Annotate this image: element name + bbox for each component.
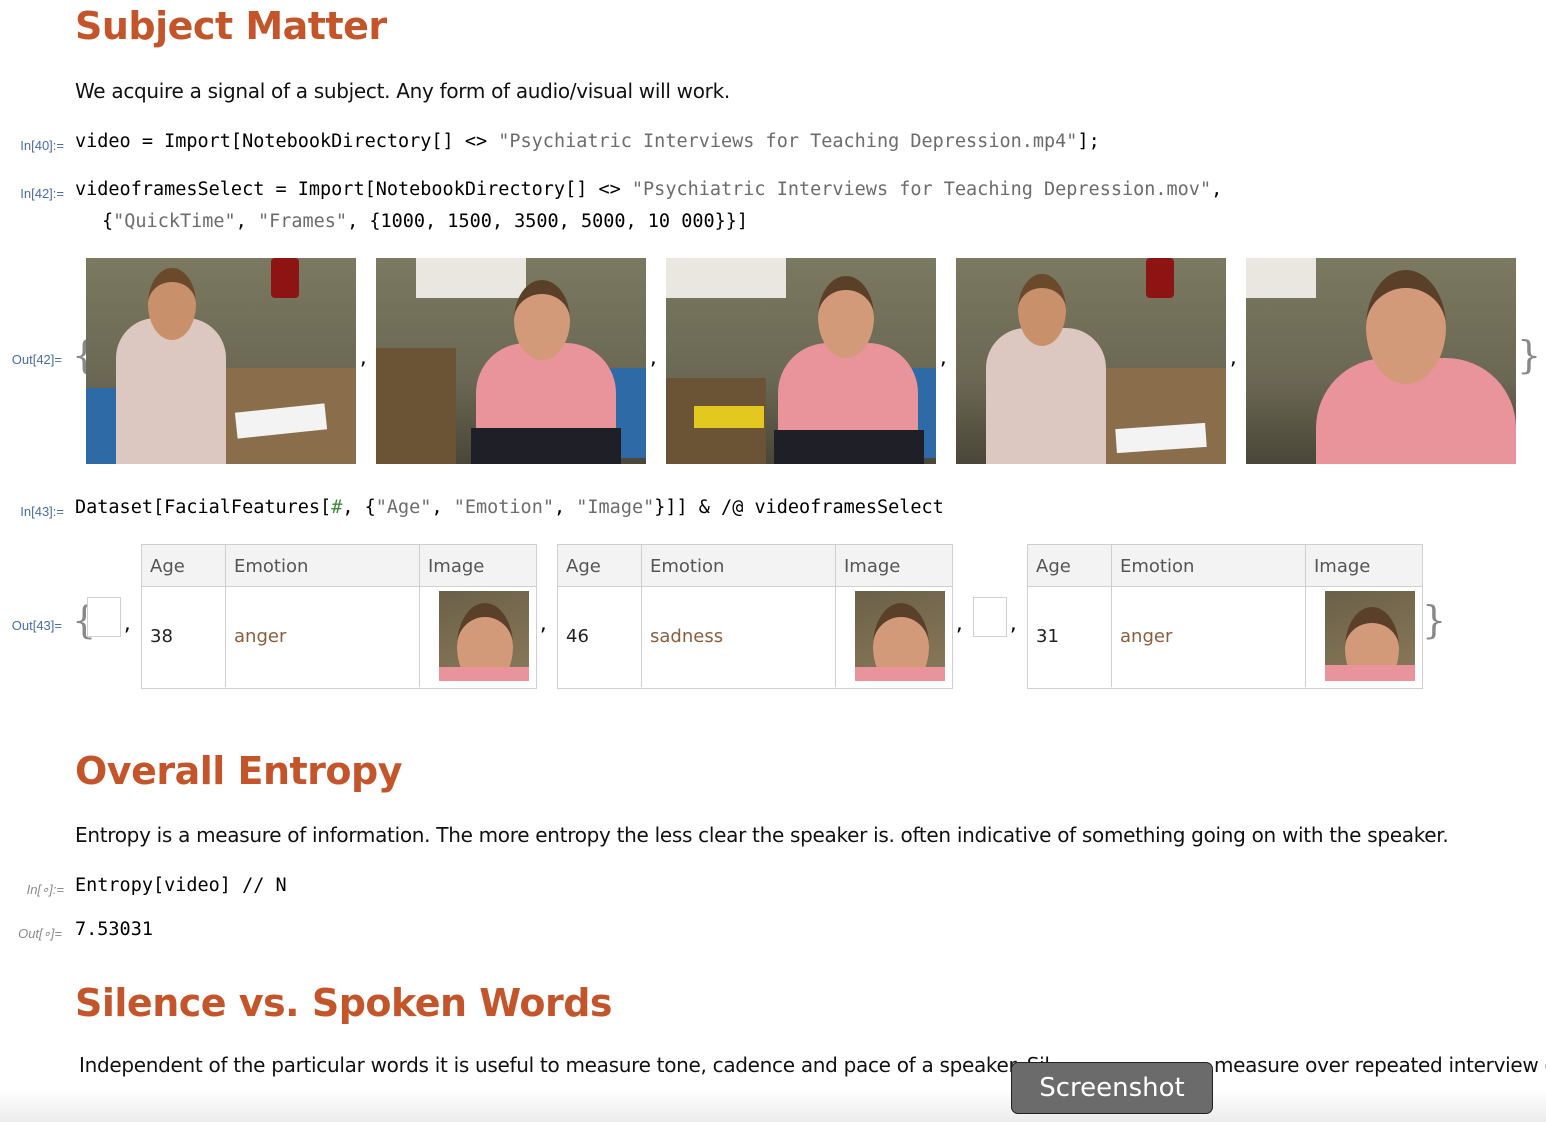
list-comma: , <box>538 614 549 635</box>
list-comma: , <box>1008 614 1019 635</box>
person-head <box>1018 274 1066 346</box>
column-header-age[interactable]: Age <box>142 545 226 587</box>
section-text-entropy: Entropy is a measure of information. The… <box>75 823 1449 847</box>
code-fragment: , {1000, 1500, 3500, 5000, 10 000}}] <box>347 211 749 232</box>
video-frame-1[interactable] <box>86 258 356 464</box>
person-head <box>514 280 570 360</box>
section-text-subject: We acquire a signal of a subject. Any fo… <box>75 79 730 103</box>
code-fragment: ]; <box>1077 131 1100 152</box>
code-fragment: videoframesSelect = Import[NotebookDirec… <box>75 179 632 200</box>
cell-emotion: anger <box>226 587 420 687</box>
list-comma: , <box>648 348 659 369</box>
code-fragment: , <box>1211 179 1223 200</box>
face-image[interactable] <box>855 591 945 681</box>
column-header-age[interactable]: Age <box>558 545 642 587</box>
input-cell-in42-line2[interactable]: {"QuickTime", "Frames", {1000, 1500, 350… <box>102 211 748 232</box>
cell-label-out-entropy: Out[∘]= <box>18 926 62 941</box>
face-shirt <box>855 667 945 681</box>
cell-label-in42: In[42]:= <box>20 186 64 201</box>
column-header-emotion[interactable]: Emotion <box>1112 545 1306 587</box>
face-image[interactable] <box>1325 591 1415 681</box>
tissue-box <box>694 406 764 428</box>
code-fragment: , <box>235 211 258 232</box>
person-head <box>148 268 196 340</box>
list-brace-close: } <box>1422 598 1447 642</box>
code-string: "Image" <box>576 497 655 518</box>
list-brace-close: } <box>1517 333 1542 377</box>
list-comma: , <box>1228 348 1239 369</box>
section-text-silence-right: measure over repeated interview or <box>1214 1053 1546 1077</box>
column-header-image[interactable]: Image <box>1306 545 1422 587</box>
section-title-entropy: Overall Entropy <box>75 749 403 793</box>
person-legs <box>471 428 621 464</box>
list-comma: , <box>122 614 133 635</box>
code-string: "Emotion" <box>453 497 554 518</box>
list-comma: , <box>938 348 949 369</box>
list-comma: , <box>954 614 965 635</box>
section-text-silence-left: Independent of the particular words it i… <box>79 1053 1050 1077</box>
notice-board <box>666 258 786 298</box>
person-head <box>1366 270 1446 384</box>
empty-dataset-box[interactable] <box>973 597 1007 637</box>
code-slot: # <box>331 497 343 518</box>
person-legs <box>774 430 924 464</box>
video-frame-5[interactable] <box>1246 258 1516 464</box>
list-comma: , <box>358 348 369 369</box>
code-fragment: , { <box>342 497 376 518</box>
input-cell-in42-line1[interactable]: videoframesSelect = Import[NotebookDirec… <box>75 179 1222 200</box>
video-frame-4[interactable] <box>956 258 1226 464</box>
dataset-table-2[interactable]: Age Emotion Image 46 sadness <box>557 544 953 689</box>
code-fragment: Dataset[FacialFeatures[ <box>75 497 332 518</box>
desk <box>376 348 456 464</box>
cell-emotion: sadness <box>642 587 836 687</box>
cell-age: 38 <box>142 587 226 687</box>
input-cell-in43[interactable]: Dataset[FacialFeatures[#, {"Age", "Emoti… <box>75 497 944 518</box>
lamp <box>1146 258 1174 298</box>
empty-dataset-box[interactable] <box>87 597 121 637</box>
code-string: "Age" <box>375 497 432 518</box>
notice-board <box>416 258 526 298</box>
face-shirt <box>1325 665 1415 681</box>
dataset-table-3[interactable]: Age Emotion Image 31 anger <box>1027 544 1423 689</box>
section-title-silence: Silence vs. Spoken Words <box>75 981 613 1025</box>
column-header-image[interactable]: Image <box>836 545 952 587</box>
video-frame-3[interactable] <box>666 258 936 464</box>
cell-age: 46 <box>558 587 642 687</box>
notice-board <box>1246 258 1316 298</box>
column-header-age[interactable]: Age <box>1028 545 1112 587</box>
screenshot-tooltip: Screenshot <box>1011 1062 1213 1114</box>
code-string: "QuickTime" <box>113 211 236 232</box>
lamp <box>271 258 299 298</box>
input-cell-entropy[interactable]: Entropy[video] // N <box>75 875 287 896</box>
column-header-emotion[interactable]: Emotion <box>226 545 420 587</box>
cell-label-out43: Out[43]= <box>11 618 62 633</box>
cell-label-in43: In[43]:= <box>20 504 64 519</box>
window-bottom-bar <box>0 1090 1546 1122</box>
face-shirt <box>439 667 529 681</box>
cell-label-in40: In[40]:= <box>20 138 64 153</box>
code-fragment: { <box>102 211 114 232</box>
cell-emotion: anger <box>1112 587 1306 687</box>
cell-label-out42: Out[42]= <box>11 352 62 367</box>
output-value-entropy: 7.53031 <box>75 919 153 940</box>
code-string: "Psychiatric Interviews for Teaching Dep… <box>631 179 1212 200</box>
code-fragment: }]] & /@ videoframesSelect <box>654 497 944 518</box>
person-head <box>818 276 874 358</box>
code-string: "Psychiatric Interviews for Teaching Dep… <box>498 131 1078 152</box>
cell-label-in-entropy: In[∘]:= <box>26 882 64 897</box>
code-fragment: , <box>553 497 577 518</box>
code-fragment: , <box>431 497 454 518</box>
code-fragment: video = Import[NotebookDirectory[] <> <box>75 131 499 152</box>
video-frame-2[interactable] <box>376 258 646 464</box>
cell-age: 31 <box>1028 587 1112 687</box>
column-header-image[interactable]: Image <box>420 545 536 587</box>
person-body <box>986 328 1106 464</box>
column-header-emotion[interactable]: Emotion <box>642 545 836 587</box>
dataset-table-1[interactable]: Age Emotion Image 38 anger <box>141 544 537 689</box>
section-title-subject: Subject Matter <box>75 4 387 48</box>
input-cell-in40[interactable]: video = Import[NotebookDirectory[] <> "P… <box>75 131 1100 152</box>
face-image[interactable] <box>439 591 529 681</box>
code-string: "Frames" <box>257 211 348 232</box>
